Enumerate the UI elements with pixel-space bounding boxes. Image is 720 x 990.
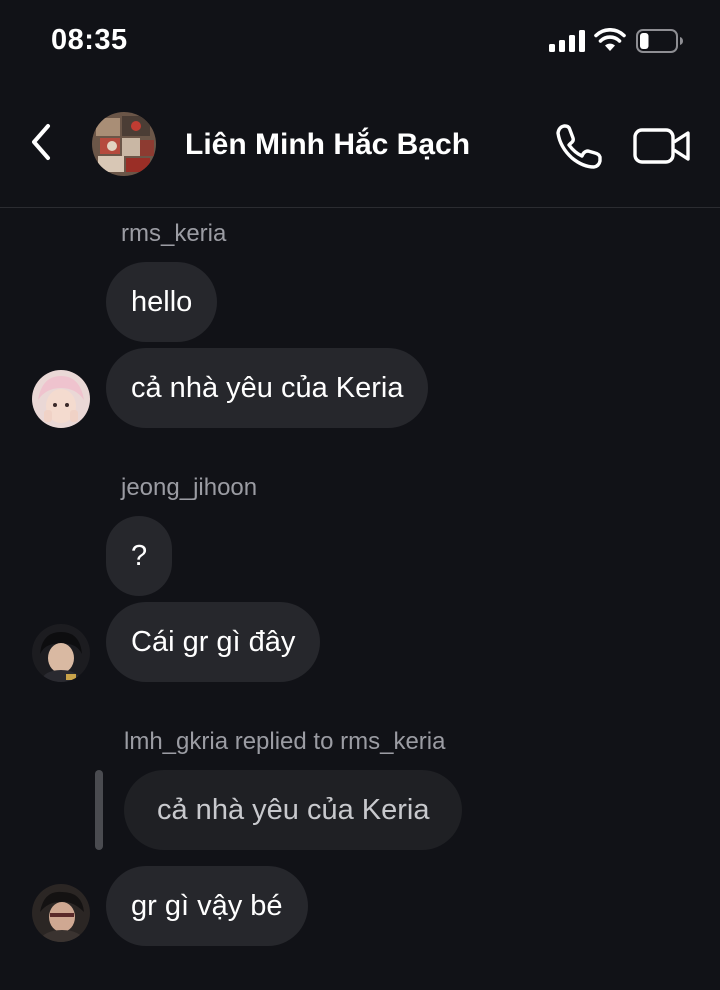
wifi-icon: [594, 28, 626, 51]
message-bubble[interactable]: ?: [106, 516, 173, 596]
group-title[interactable]: Liên Minh Hắc Bạch: [185, 128, 470, 162]
message-bubble[interactable]: Cái gr gì đây: [106, 602, 321, 682]
reply-indicator-bar: [95, 770, 103, 850]
status-bar: 08:35: [0, 0, 720, 84]
chat-header: Liên Minh Hắc Bạch: [0, 84, 720, 208]
avatar[interactable]: [32, 624, 90, 682]
video-call-icon[interactable]: [633, 128, 691, 164]
message-bubble[interactable]: cả nhà yêu của Keria: [106, 348, 429, 428]
sender-name: rms_keria: [121, 220, 227, 247]
phone-icon[interactable]: [555, 123, 603, 169]
message-bubble[interactable]: gr gì vậy bé: [106, 866, 308, 946]
battery-icon: [636, 29, 683, 53]
avatar[interactable]: [32, 370, 90, 428]
quoted-message-bubble[interactable]: cả nhà yêu của Keria: [124, 770, 463, 850]
back-chevron-icon[interactable]: [26, 122, 56, 162]
message-bubble[interactable]: hello: [106, 262, 218, 342]
status-time: 08:35: [51, 24, 128, 56]
sender-name: jeong_jihoon: [121, 474, 258, 501]
reply-context-label: lmh_gkria replied to rms_keria: [124, 728, 446, 755]
cellular-signal-icon: [549, 30, 585, 52]
group-avatar[interactable]: [92, 112, 156, 176]
avatar[interactable]: [32, 884, 90, 942]
